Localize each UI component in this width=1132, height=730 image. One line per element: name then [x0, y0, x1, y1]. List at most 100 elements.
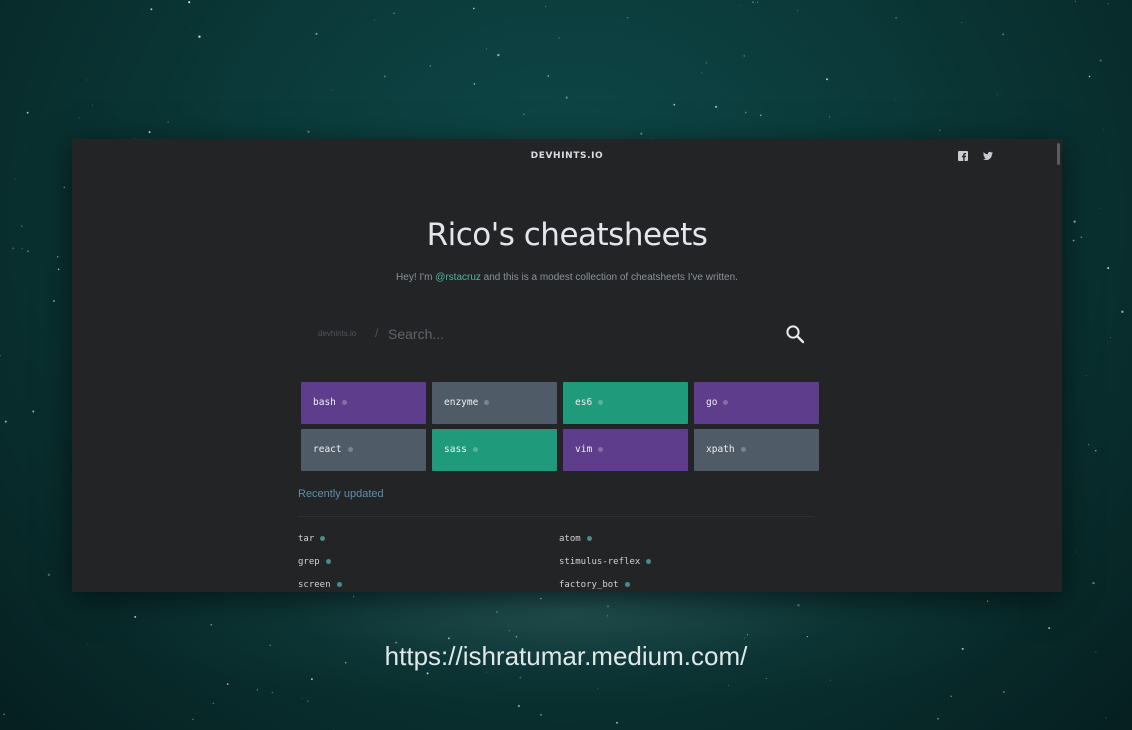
star: [627, 17, 629, 19]
star: [961, 22, 963, 24]
star: [1095, 450, 1097, 452]
caption-url: https://ishratumar.medium.com/: [384, 641, 748, 671]
search-icon[interactable]: [785, 324, 805, 344]
star: [937, 717, 940, 720]
star: [429, 65, 432, 67]
star: [545, 6, 547, 8]
star: [517, 704, 521, 708]
star: [148, 131, 151, 134]
star: [1121, 310, 1124, 313]
star: [895, 17, 897, 19]
star: [996, 93, 998, 95]
star: [744, 111, 747, 114]
card-label: xpath: [706, 444, 735, 455]
dot-icon: [646, 559, 652, 564]
cheatsheet-card[interactable]: react: [301, 429, 426, 471]
cheatsheet-card[interactable]: xpath: [694, 429, 819, 471]
star: [150, 8, 153, 11]
list-item[interactable]: tar: [298, 534, 558, 557]
star: [21, 247, 23, 249]
card-dot-icon: [598, 447, 604, 452]
page-title: Rico's cheatsheets: [426, 217, 708, 253]
site-brand[interactable]: DEVHINTS.IO: [72, 151, 1062, 161]
recent-list-right: atom stimulus-reflex factory_bot: [559, 534, 819, 592]
twitter-icon[interactable]: [983, 151, 993, 161]
star: [616, 721, 618, 724]
card-dot-icon: [341, 400, 347, 405]
star: [12, 247, 15, 250]
star: [565, 96, 568, 99]
star: [1088, 444, 1090, 446]
star: [1085, 375, 1087, 376]
star: [57, 256, 59, 258]
dot-icon: [624, 582, 630, 587]
list-item-label: stimulus-reflex: [559, 557, 641, 567]
star: [212, 702, 214, 704]
star: [939, 129, 941, 131]
star: [1074, 0, 1076, 2]
star: [472, 7, 475, 10]
star: [640, 132, 643, 135]
card-dot-icon: [740, 447, 746, 452]
search-input[interactable]: [388, 324, 768, 344]
card-dot-icon: [723, 400, 729, 405]
star: [85, 79, 87, 81]
star: [4, 420, 7, 423]
star: [1002, 33, 1005, 36]
list-item-label: grep: [298, 557, 320, 567]
card-label: go: [706, 397, 718, 408]
cheatsheet-card[interactable]: vim: [563, 429, 688, 471]
star: [894, 99, 896, 101]
star: [826, 78, 828, 81]
card-dot-icon: [472, 447, 478, 452]
cheatsheet-grid: bash enzyme es6 go react sass vim xpath: [301, 382, 819, 471]
search-prefix: devhints.io: [318, 329, 357, 338]
subtitle-prefix: Hey! I'm: [396, 272, 436, 283]
card-label: react: [313, 444, 342, 455]
star: [331, 89, 333, 91]
dot-icon: [336, 582, 342, 587]
dot-icon: [325, 559, 331, 564]
cheatsheet-card[interactable]: bash: [301, 382, 426, 424]
star: [743, 55, 745, 57]
star: [558, 37, 560, 39]
star: [315, 32, 318, 35]
cheatsheet-card[interactable]: sass: [432, 429, 557, 471]
star: [1099, 59, 1102, 62]
list-item[interactable]: factory_bot: [559, 580, 819, 592]
cheatsheet-card[interactable]: go: [694, 382, 819, 424]
star: [797, 10, 798, 12]
author-link[interactable]: @rstacruz: [435, 272, 481, 283]
dot-icon: [320, 536, 326, 541]
dot-icon: [586, 536, 592, 541]
card-label: enzyme: [444, 397, 479, 408]
star: [1100, 208, 1102, 209]
star: [1080, 236, 1082, 238]
star: [47, 573, 51, 576]
star: [757, 1, 758, 3]
star: [1072, 239, 1075, 242]
facebook-icon[interactable]: [958, 151, 968, 161]
list-item[interactable]: screen: [298, 580, 558, 592]
list-item[interactable]: atom: [559, 534, 819, 557]
list-item[interactable]: stimulus-reflex: [559, 557, 819, 580]
star: [1073, 220, 1076, 223]
recently-updated-heading: Recently updated: [298, 488, 384, 500]
list-item-label: screen: [298, 580, 331, 590]
cheatsheet-card[interactable]: es6: [563, 382, 688, 424]
star: [1088, 75, 1091, 78]
star: [167, 121, 169, 123]
star: [63, 186, 66, 189]
cheatsheet-card[interactable]: enzyme: [432, 382, 557, 424]
star: [486, 48, 488, 50]
star: [373, 19, 375, 21]
star: [473, 83, 476, 85]
card-dot-icon: [598, 400, 604, 405]
star: [539, 713, 543, 717]
star: [523, 113, 525, 116]
star: [1107, 3, 1109, 5]
list-item[interactable]: grep: [298, 557, 558, 580]
star: [79, 117, 81, 119]
card-dot-icon: [484, 400, 490, 405]
star: [198, 35, 201, 38]
